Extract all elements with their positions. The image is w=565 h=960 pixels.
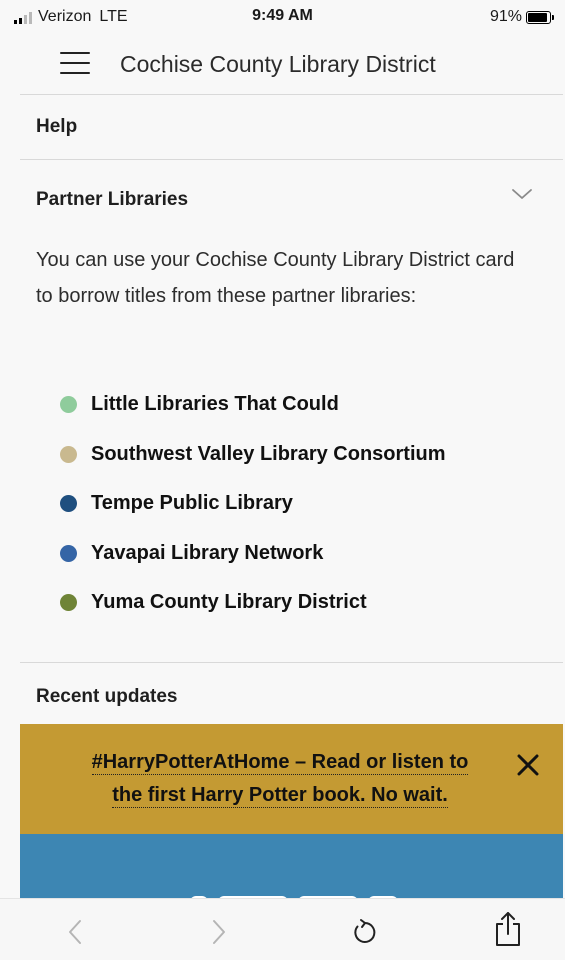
partner-item[interactable]: Little Libraries That Could	[60, 380, 446, 430]
color-dot-icon	[60, 396, 77, 414]
status-time: 9:49 AM	[252, 7, 313, 24]
partner-item[interactable]: Yavapai Library Network	[60, 529, 446, 579]
battery-info: 91%	[489, 8, 554, 26]
partner-intro-text: You can use your Cochise County Library …	[36, 249, 515, 307]
banner-line-2[interactable]: the first Harry Potter book. No wait.	[112, 784, 448, 808]
chevron-right-icon[interactable]	[205, 917, 231, 947]
announcement-banner: #HarryPotterAtHome – Read or listen to t…	[20, 724, 563, 834]
partner-name: Little Libraries That Could	[91, 393, 339, 416]
partner-name: Yuma County Library District	[91, 591, 367, 614]
hamburger-menu-icon[interactable]	[60, 52, 90, 76]
partner-item[interactable]: Yuma County Library District	[60, 578, 446, 628]
partner-item[interactable]: Southwest Valley Library Consortium	[60, 430, 446, 480]
partner-name: Southwest Valley Library Consortium	[91, 442, 446, 465]
banner-line-1[interactable]: #HarryPotterAtHome – Read or listen to	[91, 751, 469, 775]
app-header: Cochise County Library District	[20, 38, 563, 95]
divider	[20, 662, 563, 663]
partner-name: Tempe Public Library	[91, 492, 293, 515]
help-link[interactable]: Help	[36, 116, 77, 138]
color-dot-icon	[60, 594, 77, 612]
chevron-down-icon[interactable]	[511, 188, 533, 200]
partner-name: Yavapai Library Network	[91, 541, 324, 564]
divider	[20, 159, 563, 160]
color-dot-icon	[60, 445, 77, 463]
color-dot-icon	[60, 495, 77, 513]
close-icon[interactable]	[515, 752, 541, 778]
status-bar: Verizon LTE 9:49 AM 91%	[0, 0, 565, 38]
browser-toolbar	[0, 898, 565, 960]
battery-percent: 91%	[489, 8, 522, 25]
color-dot-icon	[60, 544, 77, 562]
reload-icon[interactable]	[348, 917, 378, 947]
banner-message[interactable]: #HarryPotterAtHome – Read or listen to t…	[80, 746, 480, 812]
battery-icon	[526, 10, 554, 24]
chevron-left-icon[interactable]	[63, 917, 89, 947]
share-icon[interactable]	[493, 911, 523, 947]
page-title: Cochise County Library District	[120, 51, 436, 77]
recent-updates-heading: Recent updates	[36, 686, 178, 707]
partner-libraries-heading[interactable]: Partner Libraries	[36, 189, 188, 211]
partner-list: Little Libraries That Could Southwest Va…	[60, 380, 446, 628]
partner-item[interactable]: Tempe Public Library	[60, 479, 446, 529]
